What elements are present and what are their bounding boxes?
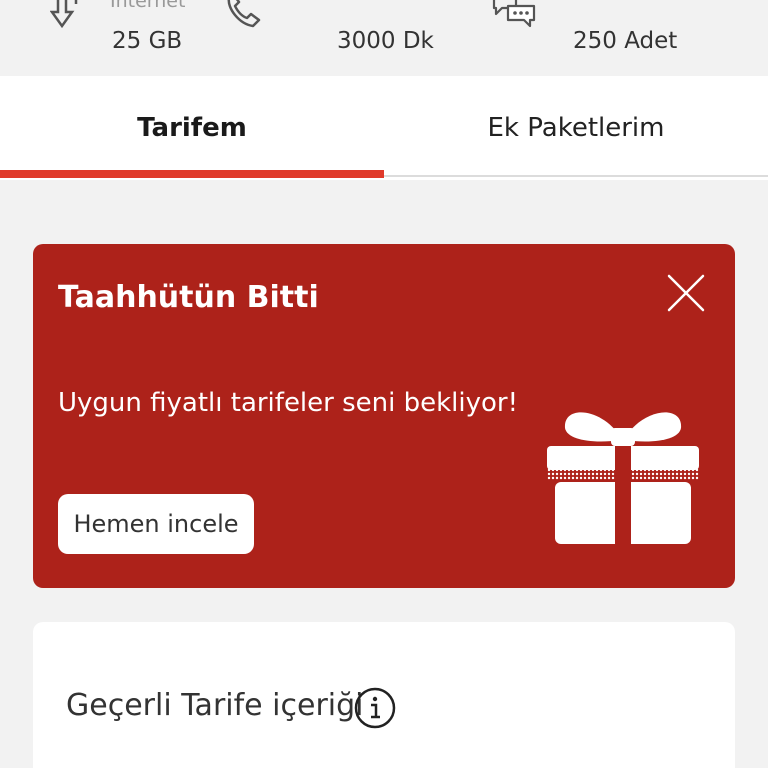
phone-icon [225, 0, 269, 34]
tariff-content-title: Geçerli Tarife içeriği [66, 688, 364, 723]
active-tab-indicator [0, 170, 384, 178]
tab-bar: Tarifem Ek Paketlerim [0, 76, 768, 180]
tab-tarifem[interactable]: Tarifem [0, 76, 384, 180]
hemen-incele-button[interactable]: Hemen incele [58, 494, 254, 554]
gift-icon [543, 404, 703, 558]
data-transfer-icon [49, 0, 90, 34]
tab-divider [384, 175, 768, 177]
promo-text: Uygun fiyatlı tarifeler seni bekliyor! [58, 388, 519, 418]
close-icon[interactable] [665, 272, 707, 314]
promo-title: Taahhütün Bitti [58, 280, 319, 315]
sms-chat-icon [490, 0, 538, 34]
usage-summary: İnternet 25 GB 3000 Dk 250 Adet [0, 0, 768, 76]
tariff-content-card: Geçerli Tarife içeriği [33, 622, 735, 768]
tab-ek-paketlerim[interactable]: Ek Paketlerim [384, 76, 768, 180]
usage-value-sms: 250 Adet [573, 28, 678, 54]
usage-value-internet: 25 GB [112, 28, 183, 54]
usage-value-minutes: 3000 Dk [337, 28, 434, 54]
usage-label-internet: İnternet [110, 0, 186, 12]
promo-card: Taahhütün Bitti Uygun fiyatlı tarifeler … [33, 244, 735, 588]
info-icon[interactable] [353, 686, 397, 734]
